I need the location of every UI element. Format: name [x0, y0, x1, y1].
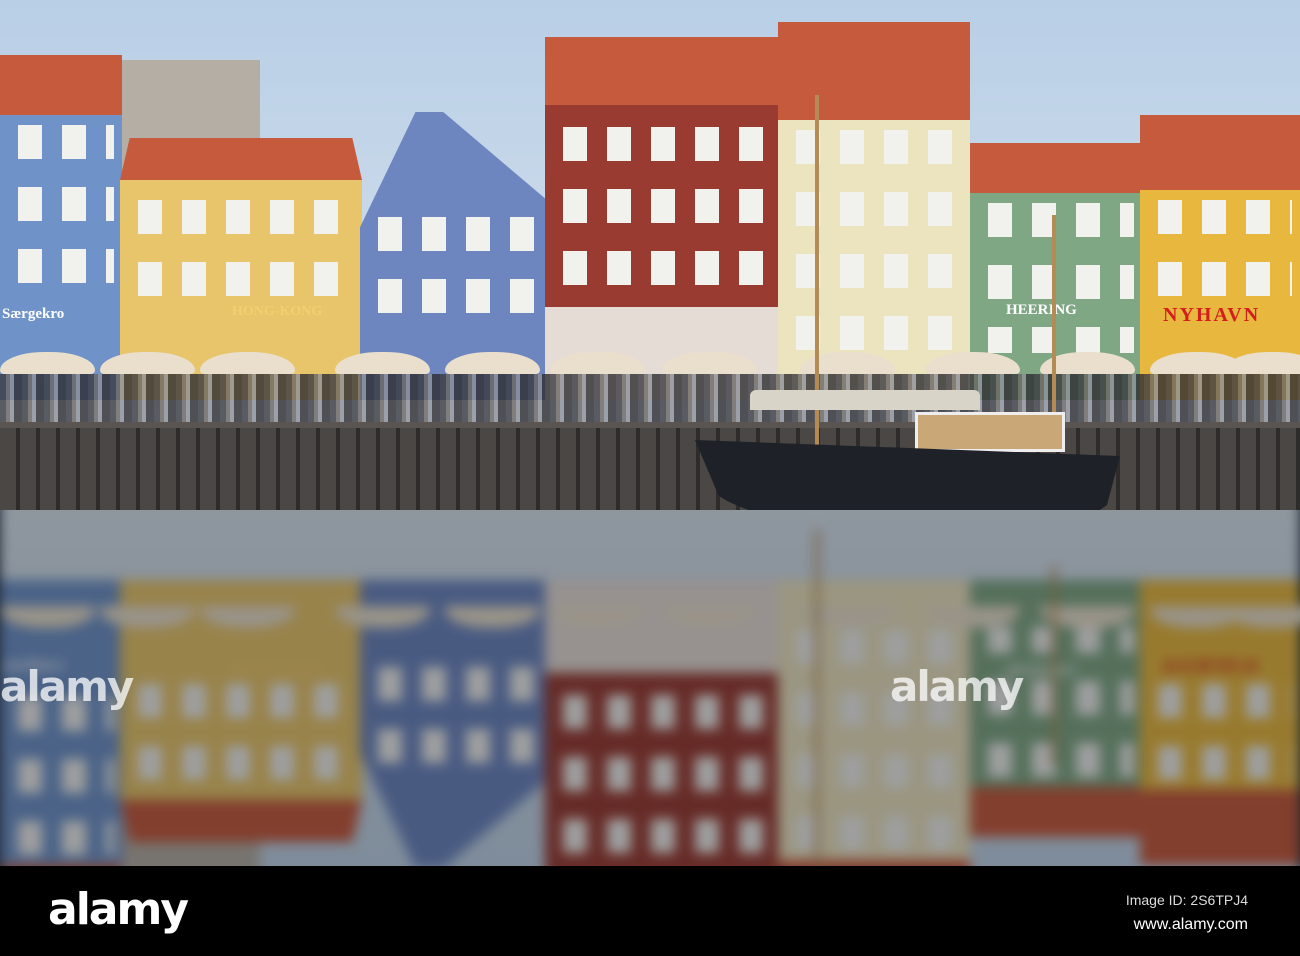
reflection-part: HONG-KONG [232, 661, 323, 676]
sign-hong-kong: HONG-KONG [232, 304, 323, 319]
crowd [0, 374, 1300, 422]
boat-awning [750, 390, 980, 410]
alamy-logo: alamy [48, 884, 189, 935]
building-red [545, 37, 778, 400]
watermark: alamy [890, 662, 1024, 711]
image-id: Image ID: 2S6TPJ4 [1125, 892, 1248, 908]
building-cream [778, 22, 970, 400]
water: Særgekro HONG-KONG HEERING NYHAVN [0, 510, 1300, 866]
reflection: Særgekro HONG-KONG HEERING NYHAVN [0, 510, 1300, 866]
watermark: alamy [0, 662, 134, 711]
footer-bar: alamy Image ID: 2S6TPJ4 www.alamy.com [0, 866, 1300, 956]
sign-nyhavn: NYHAVN [1163, 304, 1261, 326]
sign-heering: HEERING [1006, 302, 1077, 318]
reflection-part: NYHAVN [1163, 654, 1261, 676]
building-blue-left [0, 55, 122, 400]
mast [1052, 215, 1056, 415]
harbor-photo: Særgekro HONG-KONG HEERING NYHAVN [0, 0, 1300, 510]
boat-cabin [915, 412, 1065, 452]
site-url: www.alamy.com [1133, 916, 1248, 933]
sign-faergekro: Særgekro [2, 306, 65, 322]
reflection-part [1052, 565, 1056, 765]
reflection-part [815, 530, 819, 866]
